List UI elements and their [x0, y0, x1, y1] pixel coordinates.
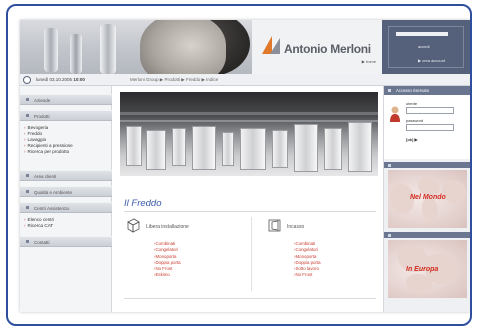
bullet-icon	[388, 163, 391, 167]
nav-centri-assistenza[interactable]: Centri Assistenza	[20, 202, 112, 213]
europe-map-link[interactable]: In Europa	[388, 240, 467, 298]
freestanding-fridge-icon	[127, 218, 140, 233]
category-freestanding-title[interactable]: Libera installazione	[146, 224, 189, 230]
left-navigation: Aziende Prodotti Bevogeria Freddo Lavagg…	[20, 86, 112, 312]
category-freestanding-list: Combinati Congelatori Monoporta Doppia p…	[154, 241, 181, 279]
page-title: Il Freddo	[124, 198, 162, 209]
date-bar: lunedì 03.10.2005 10:00 Merloni Group ▶ …	[20, 74, 470, 86]
current-date: lunedì 03.10.2005	[36, 77, 73, 82]
clock-icon	[23, 76, 31, 84]
category-builtin-list: Combinati Congelatori Monoporta Doppia p…	[294, 241, 321, 279]
world-map-label: Nel Mondo	[410, 194, 446, 201]
bottom-divider	[124, 298, 376, 299]
nav-label: Qualità e Ambiente	[34, 189, 73, 195]
link-eskimo[interactable]: Eskimo	[154, 272, 181, 278]
nav-label: Contatti	[34, 239, 50, 245]
world-map-link[interactable]: Nel Mondo	[388, 170, 467, 228]
username-label: utente	[406, 101, 418, 106]
user-avatar-icon	[390, 106, 400, 122]
section-divider	[124, 211, 376, 212]
login-submit-button[interactable]: [ok] ▶	[406, 137, 418, 142]
nav-area-clienti[interactable]: Area clienti	[20, 170, 112, 181]
bullet-icon	[26, 240, 29, 243]
screenshot-frame: Antonio Merloni ▶ home accedi ▶ crea acc…	[6, 4, 472, 326]
bullet-icon	[26, 190, 29, 193]
password-label: password	[406, 118, 424, 123]
bullet-icon	[26, 206, 29, 209]
password-input[interactable]	[406, 124, 454, 131]
link-congelatori[interactable]: Congelatori	[294, 247, 321, 253]
world-panel-header	[384, 162, 470, 168]
header-photo	[20, 20, 252, 74]
nav-prodotti[interactable]: Prodotti	[20, 110, 112, 121]
europe-map-label: In Europa	[406, 266, 439, 273]
right-column: Accesso riservato utente password [ok] ▶…	[383, 86, 470, 312]
nav-label: Area clienti	[34, 173, 57, 179]
current-time: 10:00	[73, 77, 85, 82]
bullet-icon	[26, 174, 29, 177]
date-label: lunedì 03.10.2005 10:00	[36, 77, 85, 82]
brand-logo-icon	[262, 36, 280, 54]
breadcrumb[interactable]: Merloni Group ▶ Prodotti ▶ Freddo ▶ Indi…	[130, 77, 218, 83]
create-account-link[interactable]: ▶ crea account	[418, 58, 445, 63]
bullet-icon	[388, 89, 391, 92]
brand-name: Antonio Merloni	[284, 42, 371, 56]
category-builtin-title[interactable]: Incasso	[287, 224, 304, 230]
link-congelatori[interactable]: Congelatori	[154, 247, 181, 253]
bullet-icon	[26, 114, 29, 117]
nav-aziende[interactable]: Aziende	[20, 94, 112, 105]
bullet-icon	[26, 98, 29, 101]
built-in-fridge-icon	[268, 219, 281, 232]
assistance-submenu: Elenco centri Ricerca CAT	[24, 217, 55, 229]
submenu-item-ricerca-cat[interactable]: Ricerca CAT	[24, 223, 54, 229]
header-login: accedi ▶ crea account	[382, 20, 470, 74]
header-search-field[interactable]	[396, 32, 448, 36]
login-panel-title: Accesso riservato	[396, 88, 430, 93]
products-submenu: Bevogeria Freddo Lavaggio Recipienti a p…	[24, 125, 73, 155]
nav-label: Centri Assistenza	[34, 205, 69, 211]
submenu-item-ricerca[interactable]: Ricerca per prodotto	[24, 149, 73, 155]
nav-label: Aziende	[34, 97, 51, 103]
nav-label: Prodotti	[34, 113, 50, 119]
factory-banner-image	[120, 92, 378, 176]
nav-contatti[interactable]: Contatti	[20, 236, 112, 247]
header: Antonio Merloni ▶ home accedi ▶ crea acc…	[20, 20, 470, 74]
header-login-link[interactable]: accedi	[418, 44, 430, 49]
login-panel: utente password [ok] ▶	[384, 95, 470, 159]
website: Antonio Merloni ▶ home accedi ▶ crea acc…	[20, 20, 470, 312]
login-panel-header: Accesso riservato	[384, 86, 470, 95]
europe-panel-header	[384, 232, 470, 238]
bullet-icon	[388, 233, 391, 237]
main-content: Il Freddo Libera installazione Combinati…	[112, 86, 383, 312]
column-divider	[251, 217, 252, 291]
username-input[interactable]	[406, 107, 454, 114]
link-no-frost[interactable]: No Frost	[294, 272, 321, 278]
brand-area[interactable]: Antonio Merloni ▶ home	[252, 20, 382, 74]
home-link[interactable]: ▶ home	[362, 59, 376, 64]
nav-qualita[interactable]: Qualità e Ambiente	[20, 186, 112, 197]
